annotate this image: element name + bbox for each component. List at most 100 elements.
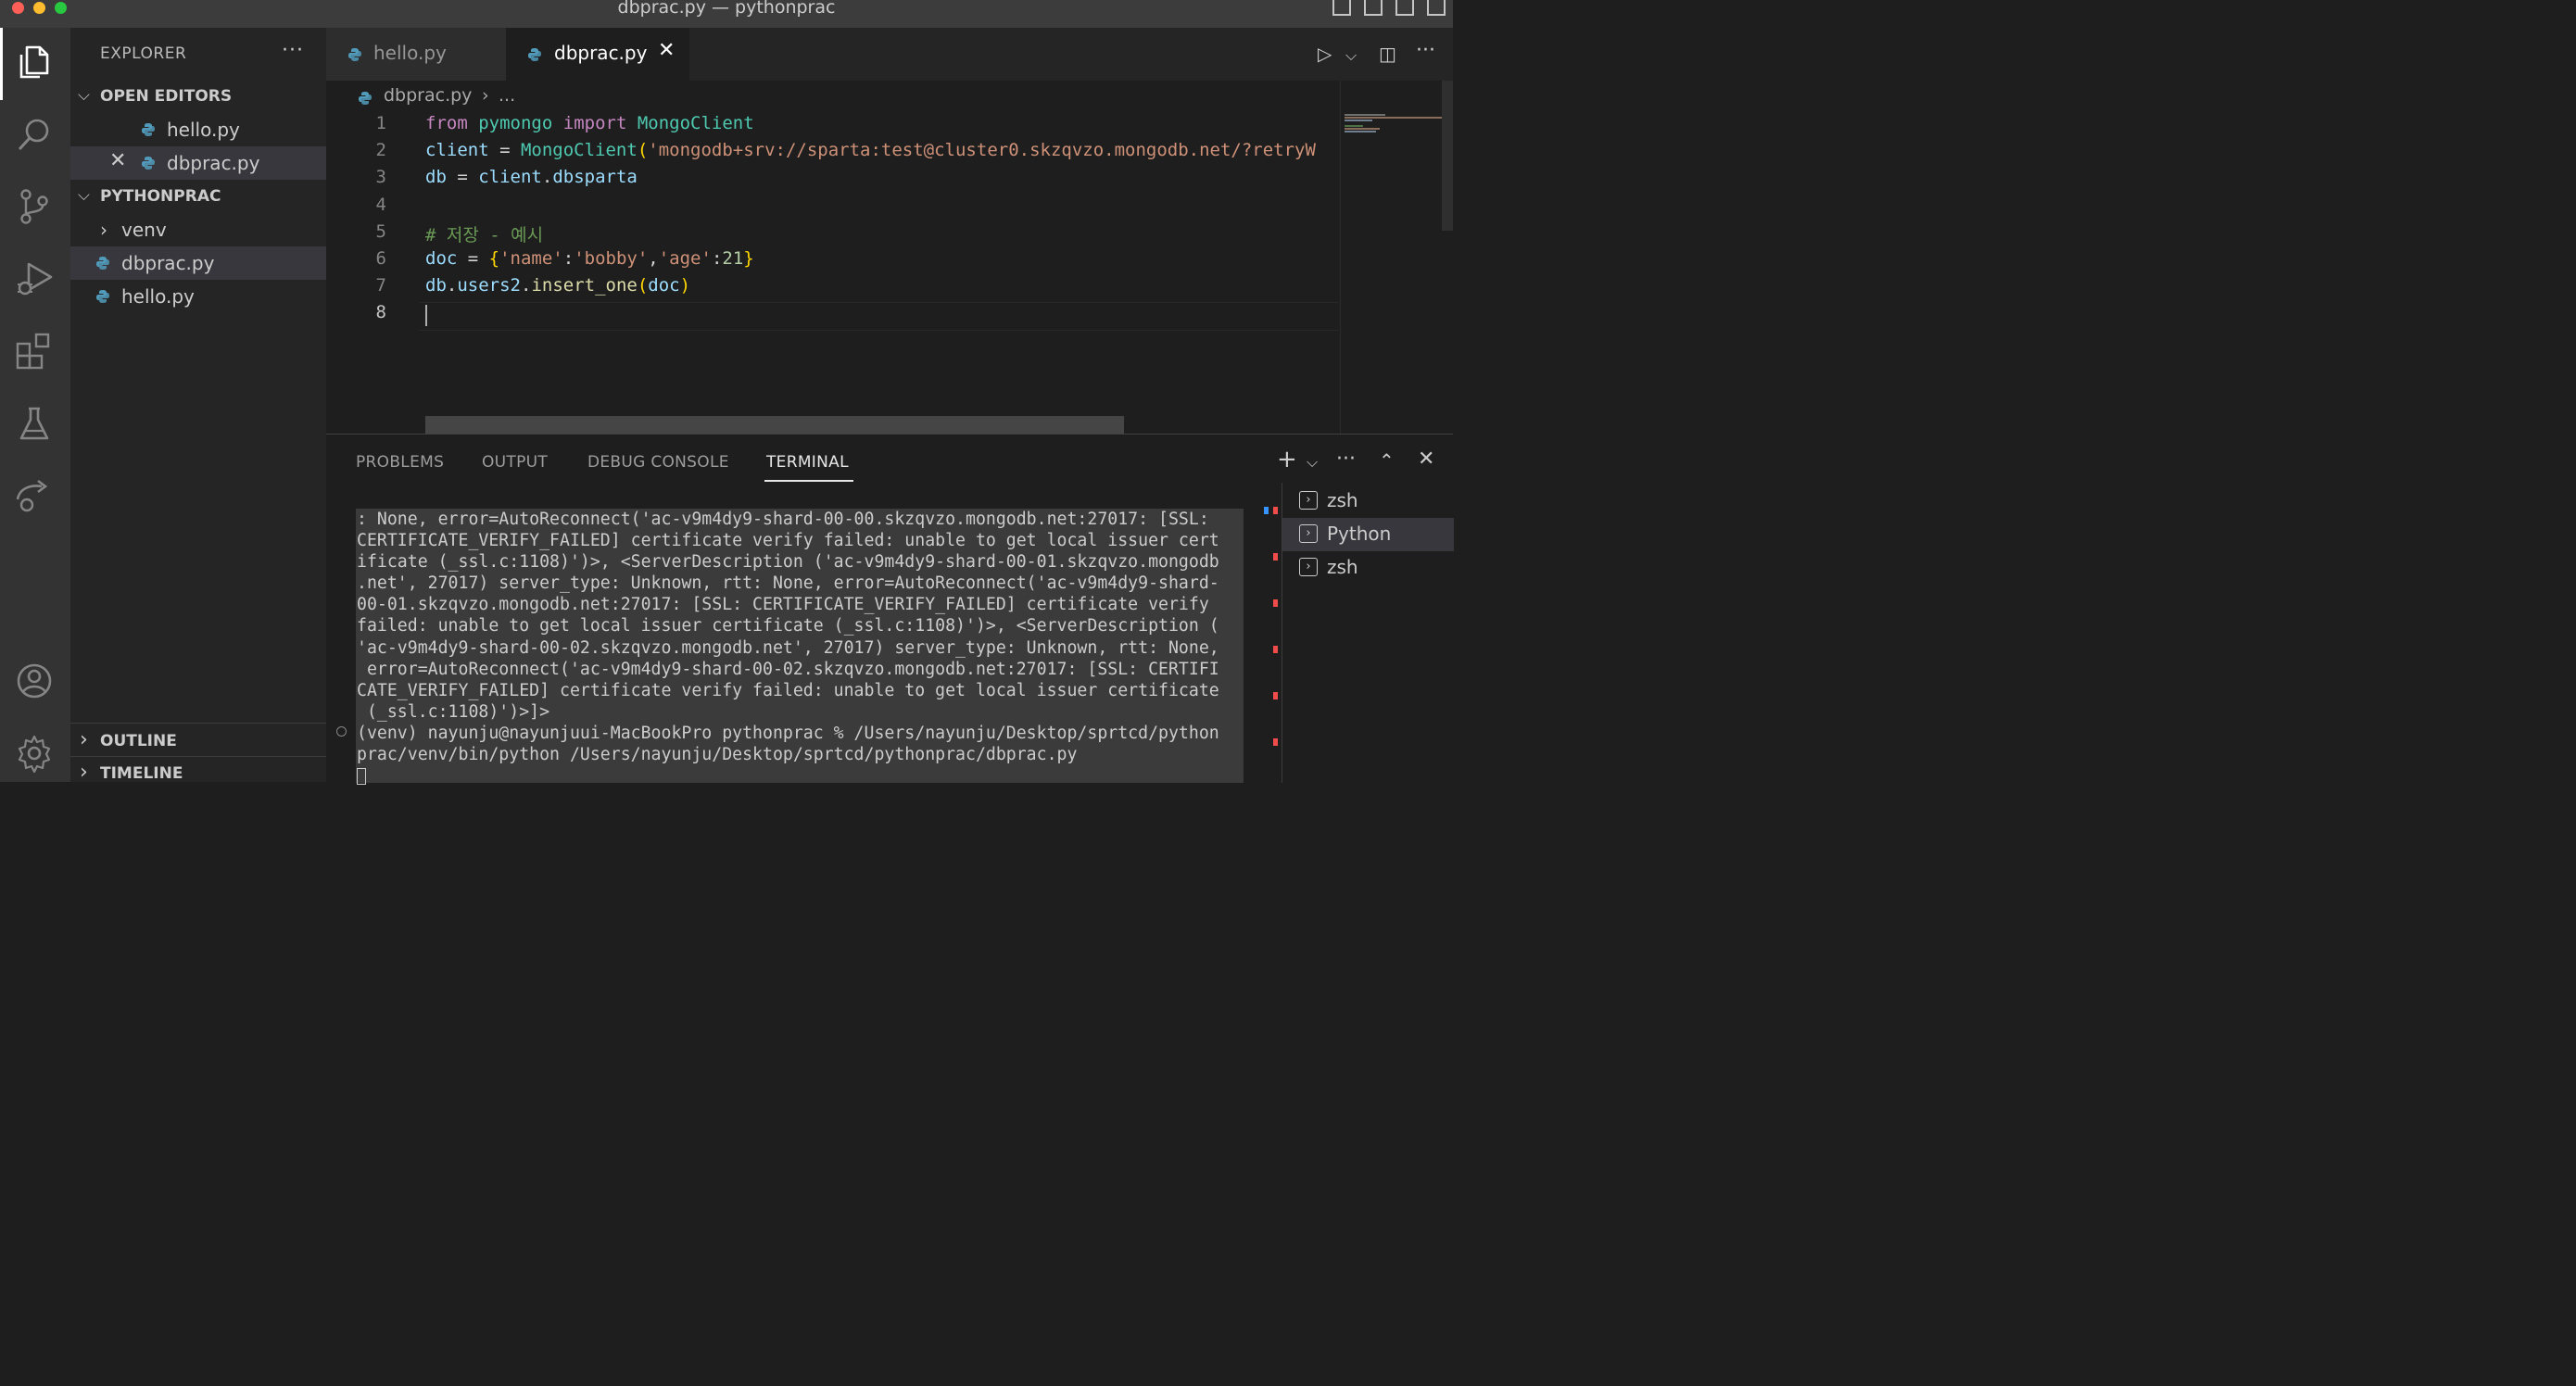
breadcrumb-file[interactable]: dbprac.py <box>384 85 472 106</box>
python-file-icon <box>348 48 361 61</box>
line-number: 3 <box>375 167 386 188</box>
search-icon[interactable] <box>14 114 55 155</box>
terminal-item-label: Python <box>1327 523 1392 545</box>
code-line[interactable]: 7 db.users2.insert_one(doc) <box>326 275 1345 302</box>
terminal-line: prac/venv/bin/python /Users/nayunju/Desk… <box>357 745 1078 765</box>
tree-item-venv[interactable]: › venv <box>70 213 326 246</box>
code-token: # 저장 - 예시 <box>425 224 544 246</box>
more-actions-icon[interactable]: ··· <box>1336 447 1356 471</box>
chevron-right-icon[interactable]: › <box>80 761 88 784</box>
accounts-icon[interactable] <box>14 661 55 701</box>
split-editor-icon[interactable]: ◫ <box>1379 43 1396 65</box>
tab-output[interactable]: OUTPUT <box>482 453 548 472</box>
code-line[interactable]: 1 from pymongo import MongoClient <box>326 113 1345 140</box>
explorer-icon[interactable] <box>14 42 55 82</box>
chevron-down-icon[interactable]: ⌵ <box>1345 46 1357 65</box>
terminal-cursor <box>357 768 366 786</box>
tab-hello[interactable]: hello.py <box>326 28 506 81</box>
outline-title[interactable]: OUTLINE <box>100 732 177 750</box>
terminal-output[interactable]: : None, error=AutoReconnect('ac-v9m4dy9-… <box>356 509 1244 786</box>
code-token: : <box>711 248 723 269</box>
terminal-line: error=AutoReconnect('ac-v9m4dy9-shard-00… <box>357 659 1219 679</box>
extensions-icon[interactable] <box>14 331 55 372</box>
code-token: from <box>425 113 468 133</box>
code-line[interactable]: 3 db = client.dbsparta <box>326 167 1345 194</box>
chevron-down-icon[interactable]: ⌵ <box>78 86 90 105</box>
chevron-right-icon[interactable]: › <box>80 728 88 751</box>
close-panel-icon[interactable]: ✕ <box>1418 447 1434 471</box>
code-text: # 저장 - 예시 <box>425 221 543 246</box>
horizontal-scrollbar[interactable] <box>425 416 1124 434</box>
code-token: db <box>425 167 447 188</box>
new-terminal-icon[interactable]: + <box>1277 446 1297 473</box>
settings-gear-icon[interactable] <box>14 733 55 774</box>
code-token: . <box>541 167 553 188</box>
terminal-icon: › <box>1299 558 1318 576</box>
open-editor-item-hello[interactable]: hello.py <box>70 113 326 146</box>
tree-item-label: venv <box>121 219 167 241</box>
code-text: client = MongoClient('mongodb+srv://spar… <box>425 140 1316 160</box>
tree-item-dbprac[interactable]: dbprac.py <box>70 246 326 280</box>
run-debug-icon[interactable] <box>14 258 55 299</box>
chevron-down-icon[interactable]: ⌵ <box>1307 453 1318 472</box>
code-token: import <box>562 113 627 133</box>
code-token: ( <box>637 140 649 161</box>
code-token: , <box>648 248 659 269</box>
toggle-secondary-sidebar-icon[interactable] <box>1395 0 1414 16</box>
timeline-title[interactable]: TIMELINE <box>100 764 183 783</box>
tab-terminal[interactable]: TERMINAL <box>766 453 849 472</box>
close-tab-icon[interactable]: ✕ <box>658 39 675 62</box>
breadcrumb-symbols[interactable]: ... <box>499 85 515 106</box>
code-line[interactable]: 4 <box>326 195 1345 221</box>
terminal-item-python[interactable]: › Python <box>1282 518 1454 551</box>
code-token: doc <box>648 275 680 296</box>
code-token: users2 <box>457 275 521 296</box>
code-line[interactable]: 6 doc = {'name':'bobby','age':21} <box>326 248 1345 275</box>
python-file-icon <box>96 290 109 303</box>
more-actions-icon[interactable]: ··· <box>1416 39 1435 62</box>
activity-bar <box>0 28 70 782</box>
terminal-item-zsh[interactable]: › zsh <box>1282 485 1454 518</box>
tab-label: hello.py <box>373 42 447 64</box>
code-token: MongoClient <box>637 113 754 133</box>
tab-problems[interactable]: PROBLEMS <box>356 453 444 472</box>
more-actions-icon[interactable]: ··· <box>282 39 304 62</box>
close-icon[interactable]: ✕ <box>109 149 126 172</box>
run-python-file-icon[interactable]: ▷ <box>1318 43 1332 65</box>
tree-item-hello[interactable]: hello.py <box>70 280 326 313</box>
terminal-line: (venv) nayunju@nayunjuui-MacBookPro pyth… <box>357 723 1219 743</box>
window-title: dbprac.py — pythonprac <box>617 0 836 18</box>
customize-layout-icon[interactable] <box>1427 0 1446 16</box>
command-decoration-icon[interactable] <box>336 726 347 737</box>
section-divider <box>70 723 326 724</box>
chevron-down-icon[interactable]: ⌵ <box>78 186 90 205</box>
minimap[interactable] <box>1340 81 1454 434</box>
code-token: = <box>457 248 489 269</box>
toggle-primary-sidebar-icon[interactable] <box>1332 0 1351 16</box>
open-editors-title[interactable]: OPEN EDITORS <box>100 87 232 106</box>
python-file-icon <box>142 123 155 136</box>
open-editor-item-dbprac[interactable]: ✕ dbprac.py <box>70 146 326 180</box>
code-token: . <box>520 275 532 296</box>
terminal-item-zsh[interactable]: › zsh <box>1282 551 1454 585</box>
python-file-icon <box>528 48 541 61</box>
terminal-icon: › <box>1299 524 1318 543</box>
line-number: 6 <box>375 248 386 269</box>
maximize-panel-icon[interactable]: ⌃ <box>1379 449 1395 472</box>
testing-icon[interactable] <box>14 403 55 444</box>
vertical-scrollbar[interactable] <box>1442 81 1453 231</box>
toggle-panel-icon[interactable] <box>1364 0 1383 16</box>
terminal-line: 'ac-v9m4dy9-shard-00-02.skzqvzo.mongodb.… <box>357 637 1219 658</box>
tab-dbprac[interactable]: dbprac.py ✕ <box>506 28 689 81</box>
code-line[interactable]: 2 client = MongoClient('mongodb+srv://spa… <box>326 140 1345 167</box>
code-token: } <box>743 248 754 269</box>
tree-item-label: hello.py <box>121 285 195 308</box>
remote-explorer-icon[interactable] <box>14 475 55 516</box>
code-line[interactable]: 5 # 저장 - 예시 <box>326 221 1345 248</box>
folder-title[interactable]: PYTHONPRAC <box>100 187 221 206</box>
source-control-icon[interactable] <box>14 186 55 227</box>
code-line[interactable]: 8 <box>326 302 1345 329</box>
tab-debug-console[interactable]: DEBUG CONSOLE <box>587 453 729 472</box>
code-text: doc = {'name':'bobby','age':21} <box>425 248 754 269</box>
